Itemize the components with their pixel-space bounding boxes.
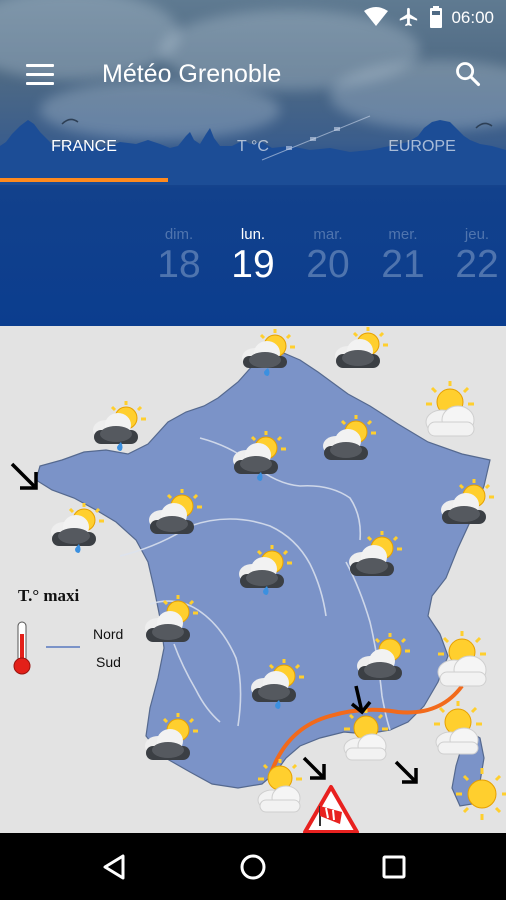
airplane-icon [399, 7, 418, 27]
recents-icon[interactable] [378, 851, 410, 883]
battery-icon [430, 6, 442, 28]
day-selector: dim. 18 lun. 19 mar. 20 mer. 21 jeu. 22 [0, 226, 506, 296]
wind-arrow-icon [350, 685, 372, 715]
back-icon[interactable] [99, 851, 131, 883]
sunny-cloud-icon [437, 631, 487, 687]
legend-title: T.° maxi [18, 586, 80, 605]
partly-cloudy-icon [357, 633, 410, 680]
wind-arrow-icon [302, 756, 326, 780]
weather-map[interactable]: T.° maxi Nord Sud [0, 326, 506, 833]
partly-cloudy-icon [145, 713, 198, 760]
partly-cloudy-icon [349, 531, 402, 576]
partly-cloudy-icon [323, 415, 376, 460]
day-item[interactable]: dim. 18 [142, 226, 216, 287]
day-item-selected[interactable]: lun. 19 [216, 226, 290, 287]
day-name: mar. [313, 226, 343, 243]
region-tabs: FRANCE T °C EUROPE [0, 132, 506, 182]
sunny-cloud-icon [434, 701, 482, 755]
partly-cloudy-icon [149, 489, 202, 534]
search-icon[interactable] [454, 60, 482, 88]
tab-france[interactable]: FRANCE [0, 132, 168, 178]
partly-cloudy-icon [145, 595, 198, 642]
active-tab-indicator [0, 178, 168, 182]
status-bar: 06:00 [0, 0, 506, 36]
partly-cloudy-rain-icon [51, 503, 104, 553]
sun-icon [456, 768, 506, 820]
day-number: 21 [381, 243, 425, 286]
wind-arrow-icon [394, 760, 418, 784]
legend-north-label: Nord [93, 626, 124, 642]
sunny-cloud-icon [343, 709, 388, 761]
wind-arrow-icon [10, 462, 38, 490]
legend-line [46, 646, 80, 648]
wifi-icon [364, 7, 388, 26]
app-bar: Météo Grenoble [0, 44, 506, 104]
day-item[interactable]: jeu. 22 [440, 226, 506, 287]
partly-cloudy-rain-icon [93, 401, 146, 451]
day-number: 18 [157, 243, 201, 286]
app-header: 06:00 Météo Grenoble FRANCE T °C EUROPE [0, 0, 506, 326]
partly-cloudy-icon [441, 479, 494, 524]
day-name: mer. [388, 226, 418, 243]
day-item[interactable]: mar. 20 [291, 226, 365, 287]
day-item[interactable]: mer. 21 [366, 226, 440, 287]
thermometer-icon [13, 621, 31, 675]
partly-cloudy-rain-icon [251, 659, 304, 709]
partly-cloudy-rain-icon [239, 545, 292, 595]
menu-button[interactable] [26, 64, 54, 86]
legend-south-label: Sud [96, 654, 121, 670]
day-name: jeu. [464, 226, 490, 243]
sunny-cloud-icon [425, 381, 475, 437]
day-number: 19 [231, 243, 275, 286]
status-time: 06:00 [451, 8, 494, 27]
partly-cloudy-icon [335, 327, 388, 368]
system-nav-bar [0, 833, 506, 900]
day-number: 20 [306, 243, 350, 286]
menu-icon [26, 64, 54, 67]
tab-europe[interactable]: EUROPE [338, 132, 506, 178]
app-title: Météo Grenoble [102, 60, 282, 88]
day-number: 22 [455, 243, 499, 286]
tab-temperature[interactable]: T °C [169, 132, 337, 178]
day-name: lun. [240, 226, 266, 243]
home-icon[interactable] [237, 851, 269, 883]
partly-cloudy-rain-icon [233, 431, 286, 481]
partly-cloudy-rain-icon [242, 329, 295, 376]
day-name: dim. [164, 226, 194, 243]
wind-warning-icon[interactable] [302, 784, 360, 833]
